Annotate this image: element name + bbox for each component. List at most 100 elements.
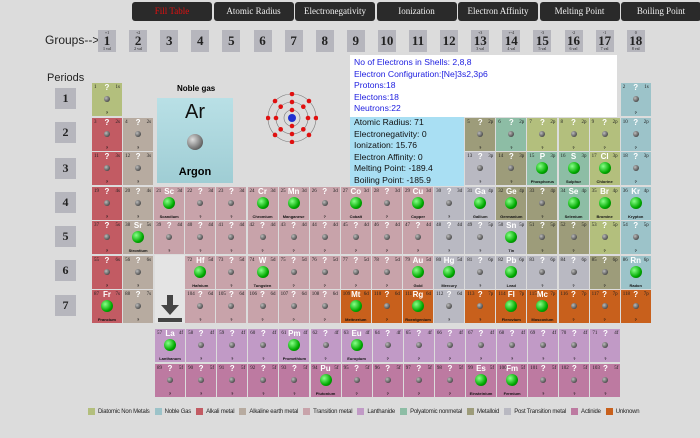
element-cell-70[interactable]: 70? 4f? <box>559 329 590 362</box>
element-cell-68[interactable]: 68? 4f? <box>497 329 528 362</box>
element-cell-118[interactable]: 118? 7p? <box>620 290 651 323</box>
element-cell-63[interactable]: 63 Eu 4f Europium <box>341 329 372 362</box>
element-cell-81[interactable]: 81? 6p? <box>465 255 496 289</box>
element-cell-84[interactable]: 84? 6p? <box>558 255 589 289</box>
element-cell-97[interactable]: 97? 5f? <box>403 364 434 397</box>
element-cell-36[interactable]: 36 Kr 4p Krypton <box>620 186 651 220</box>
element-cell-41[interactable]: 41? 4d? <box>216 221 247 254</box>
element-cell-77[interactable]: 77? 5d? <box>340 255 371 289</box>
element-cell-78[interactable]: 78? 5d? <box>371 255 402 289</box>
element-cell-5[interactable]: 5? 2p? <box>465 117 496 151</box>
element-cell-61[interactable]: 61 Pm 4f Promethium <box>279 329 310 362</box>
element-cell-37[interactable]: 37? 5s? <box>92 221 122 254</box>
element-cell-56[interactable]: 56? 6s? <box>123 255 154 289</box>
element-cell-99[interactable]: 99 Es 5f Einsteinium <box>466 364 496 397</box>
element-cell-28[interactable]: 28? 3d? <box>371 186 402 220</box>
element-cell-64[interactable]: 64? 4f? <box>372 329 403 362</box>
element-cell-32[interactable]: 32 Ge 4p Germanium <box>496 186 527 220</box>
element-cell-60[interactable]: 60? 4f? <box>248 329 279 362</box>
element-cell-117[interactable]: 117? 7p? <box>589 290 620 323</box>
element-cell-111[interactable]: 111 Rg 6d Roentgenium <box>403 290 433 323</box>
element-cell-105[interactable]: 105? 6d? <box>216 290 247 323</box>
element-cell-24[interactable]: 24 Cr 3d Chromium <box>247 186 278 220</box>
element-cell-27[interactable]: 27 Co 3d Cobalt <box>340 186 371 220</box>
element-cell-30[interactable]: 30? 3d? <box>434 186 465 220</box>
element-cell-12[interactable]: 12? 3s? <box>123 152 154 185</box>
element-cell-94[interactable]: 94 Pu 5f Plutonium <box>310 364 341 397</box>
element-cell-101[interactable]: 101? 5f? <box>528 364 559 397</box>
element-cell-26[interactable]: 26? 3d? <box>309 186 340 220</box>
element-cell-107[interactable]: 107? 6d? <box>278 290 309 323</box>
element-cell-22[interactable]: 22? 3d? <box>185 186 216 220</box>
element-cell-80[interactable]: 80 Hg 5d Mercury <box>434 255 465 289</box>
element-cell-102[interactable]: 102? 5f? <box>559 364 590 397</box>
element-cell-13[interactable]: 13? 3p? <box>465 152 496 185</box>
element-cell-49[interactable]: 49? 5p? <box>465 221 496 254</box>
element-cell-83[interactable]: 83? 6p? <box>527 255 558 289</box>
element-cell-55[interactable]: 55? 6s? <box>92 255 122 289</box>
element-cell-91[interactable]: 91? 5f? <box>217 364 248 397</box>
element-cell-90[interactable]: 90? 5f? <box>186 364 217 397</box>
element-cell-51[interactable]: 51? 5p? <box>527 221 558 254</box>
element-cell-3[interactable]: 3? 2s? <box>92 117 122 151</box>
element-cell-103[interactable]: 103? 5f? <box>590 364 621 397</box>
element-cell-66[interactable]: 66? 4f? <box>434 329 465 362</box>
element-cell-54[interactable]: 54? 5p? <box>620 221 651 254</box>
element-cell-109[interactable]: 109 Mt 6d Meitnerium <box>340 290 371 323</box>
element-cell-48[interactable]: 48? 4d? <box>434 221 465 254</box>
element-cell-7[interactable]: 7? 2p? <box>527 117 558 151</box>
element-cell-88[interactable]: 88? 7s? <box>123 290 154 323</box>
element-cell-39[interactable]: 39? 4d? <box>154 221 185 254</box>
element-cell-79[interactable]: 79 Au 5d Gold <box>403 255 433 289</box>
tab-electron-affinity[interactable]: Electron Affinity <box>458 2 538 21</box>
element-cell-16[interactable]: 16 S 3p Sulphur <box>558 152 589 185</box>
element-cell-67[interactable]: 67? 4f? <box>466 329 496 362</box>
element-cell-112[interactable]: 112? 6d? <box>434 290 465 323</box>
element-cell-115[interactable]: 115 Mc 7p Moscovium <box>527 290 558 323</box>
element-cell-106[interactable]: 106? 6d? <box>247 290 278 323</box>
element-cell-44[interactable]: 44? 4d? <box>309 221 340 254</box>
element-cell-20[interactable]: 20? 4s? <box>123 186 154 220</box>
element-cell-82[interactable]: 82 Pb 6p Lead <box>496 255 527 289</box>
element-cell-110[interactable]: 110? 6d? <box>371 290 402 323</box>
element-cell-53[interactable]: 53? 5p? <box>589 221 620 254</box>
element-cell-9[interactable]: 9? 2p? <box>589 117 620 151</box>
element-cell-104[interactable]: 104? 6d? <box>185 290 216 323</box>
element-cell-116[interactable]: 116? 7p? <box>558 290 589 323</box>
element-cell-62[interactable]: 62? 4f? <box>310 329 341 362</box>
tab-atomic-radius[interactable]: Atomic Radius <box>213 2 294 21</box>
tab-electronegativity[interactable]: Electronegativity <box>295 2 375 21</box>
element-cell-113[interactable]: 113? 7p? <box>465 290 496 323</box>
element-cell-19[interactable]: 19? 4s? <box>92 186 122 220</box>
tab-melting-point[interactable]: Melting Point <box>539 2 620 21</box>
element-cell-85[interactable]: 85? 6p? <box>589 255 620 289</box>
element-cell-58[interactable]: 58? 4f? <box>186 329 217 362</box>
element-cell-35[interactable]: 35 Br 4p Bromine <box>589 186 620 220</box>
element-cell-31[interactable]: 31 Ga 4p Gallium <box>465 186 496 220</box>
element-cell-65[interactable]: 65? 4f? <box>403 329 434 362</box>
element-cell-33[interactable]: 33? 4p? <box>527 186 558 220</box>
element-cell-96[interactable]: 96? 5f? <box>372 364 403 397</box>
element-cell-50[interactable]: 50 Sn 5p Tin <box>496 221 527 254</box>
element-cell-75[interactable]: 75? 5d? <box>278 255 309 289</box>
element-cell-43[interactable]: 43? 4d? <box>278 221 309 254</box>
element-cell-15[interactable]: 15 P 3p Phosphorus <box>527 152 558 185</box>
element-cell-98[interactable]: 98? 5f? <box>434 364 465 397</box>
element-cell-108[interactable]: 108? 6d? <box>309 290 340 323</box>
tab-boiling-point[interactable]: Boiling Point <box>621 2 700 21</box>
element-cell-71[interactable]: 71? 4f? <box>590 329 621 362</box>
element-cell-46[interactable]: 46? 4d? <box>371 221 402 254</box>
element-cell-34[interactable]: 34 Se 4p Selenium <box>558 186 589 220</box>
element-cell-4[interactable]: 4? 2s? <box>123 117 154 151</box>
element-cell-29[interactable]: 29 Cu 3d Copper <box>403 186 433 220</box>
element-cell-92[interactable]: 92? 5f? <box>248 364 279 397</box>
element-cell-17[interactable]: 17 Cl 3p Chlorine <box>589 152 620 185</box>
element-cell-59[interactable]: 59? 4f? <box>217 329 248 362</box>
element-cell-95[interactable]: 95? 5f? <box>341 364 372 397</box>
element-cell-14[interactable]: 14? 3p? <box>496 152 527 185</box>
element-cell-42[interactable]: 42? 4d? <box>247 221 278 254</box>
element-cell-76[interactable]: 76? 5d? <box>309 255 340 289</box>
element-cell-18[interactable]: 18? 3p? <box>620 152 651 185</box>
element-cell-57[interactable]: 57 La 4f Lanthanum <box>155 329 185 362</box>
element-cell-114[interactable]: 114 Fl 7p Flerovium <box>496 290 527 323</box>
